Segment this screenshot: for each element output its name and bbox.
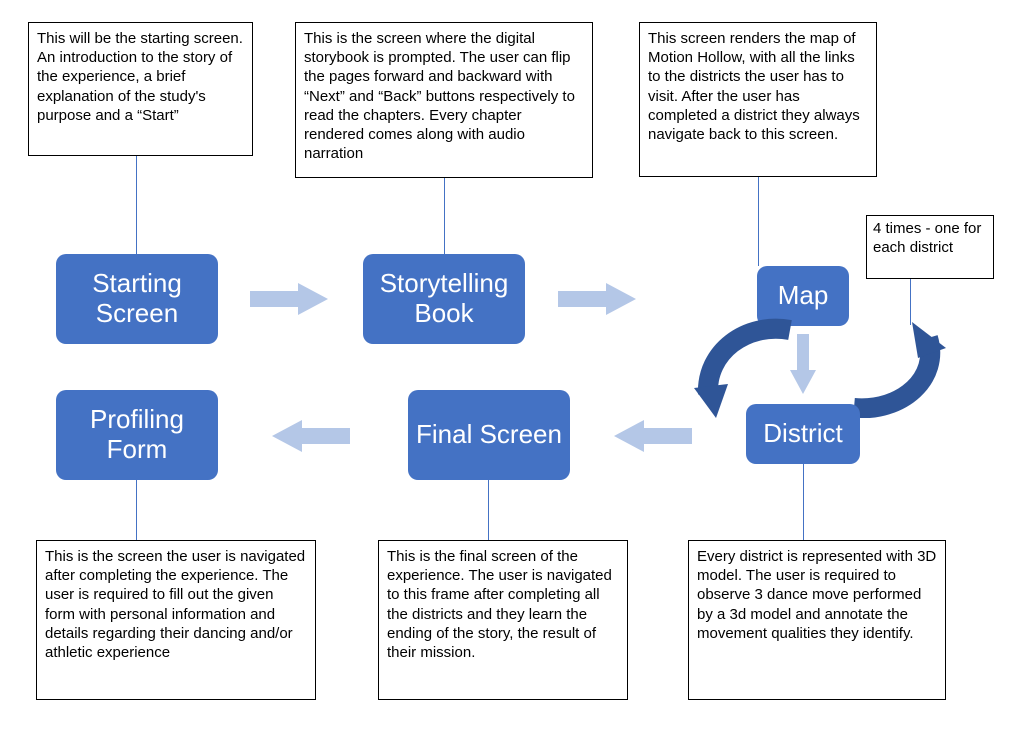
node-final-screen: Final Screen: [408, 390, 570, 480]
desc-district: Every district is represented with 3D mo…: [688, 540, 946, 700]
arrow-left-icon: [272, 418, 350, 454]
connector-line: [444, 178, 445, 254]
desc-storytelling-book: This is the screen where the digital sto…: [295, 22, 593, 178]
desc-profiling-form: This is the screen the user is navigated…: [36, 540, 316, 700]
connector-line: [136, 480, 137, 540]
loop-note: 4 times - one for each district: [866, 215, 994, 279]
desc-starting-screen: This will be the starting screen. An int…: [28, 22, 253, 156]
arrow-right-icon: [558, 281, 636, 317]
node-label: Map: [778, 281, 829, 311]
connector-line: [488, 480, 489, 540]
node-starting-screen: Starting Screen: [56, 254, 218, 344]
arrow-down-icon: [790, 334, 816, 394]
desc-map: This screen renders the map of Motion Ho…: [639, 22, 877, 177]
node-map: Map: [757, 266, 849, 326]
node-label: Starting Screen: [60, 269, 214, 329]
loop-arrow-left-icon: [694, 318, 804, 418]
loop-arrow-right-icon: [836, 318, 946, 418]
node-district: District: [746, 404, 860, 464]
connector-line: [803, 464, 804, 540]
node-label: Final Screen: [416, 420, 562, 450]
node-storytelling-book: Storytelling Book: [363, 254, 525, 344]
desc-final-screen: This is the final screen of the experien…: [378, 540, 628, 700]
node-label: Profiling Form: [60, 405, 214, 465]
node-label: Storytelling Book: [367, 269, 521, 329]
connector-line: [758, 177, 759, 266]
connector-line: [136, 156, 137, 254]
arrow-right-icon: [250, 281, 328, 317]
node-profiling-form: Profiling Form: [56, 390, 218, 480]
arrow-left-icon: [614, 418, 692, 454]
node-label: District: [763, 419, 842, 449]
